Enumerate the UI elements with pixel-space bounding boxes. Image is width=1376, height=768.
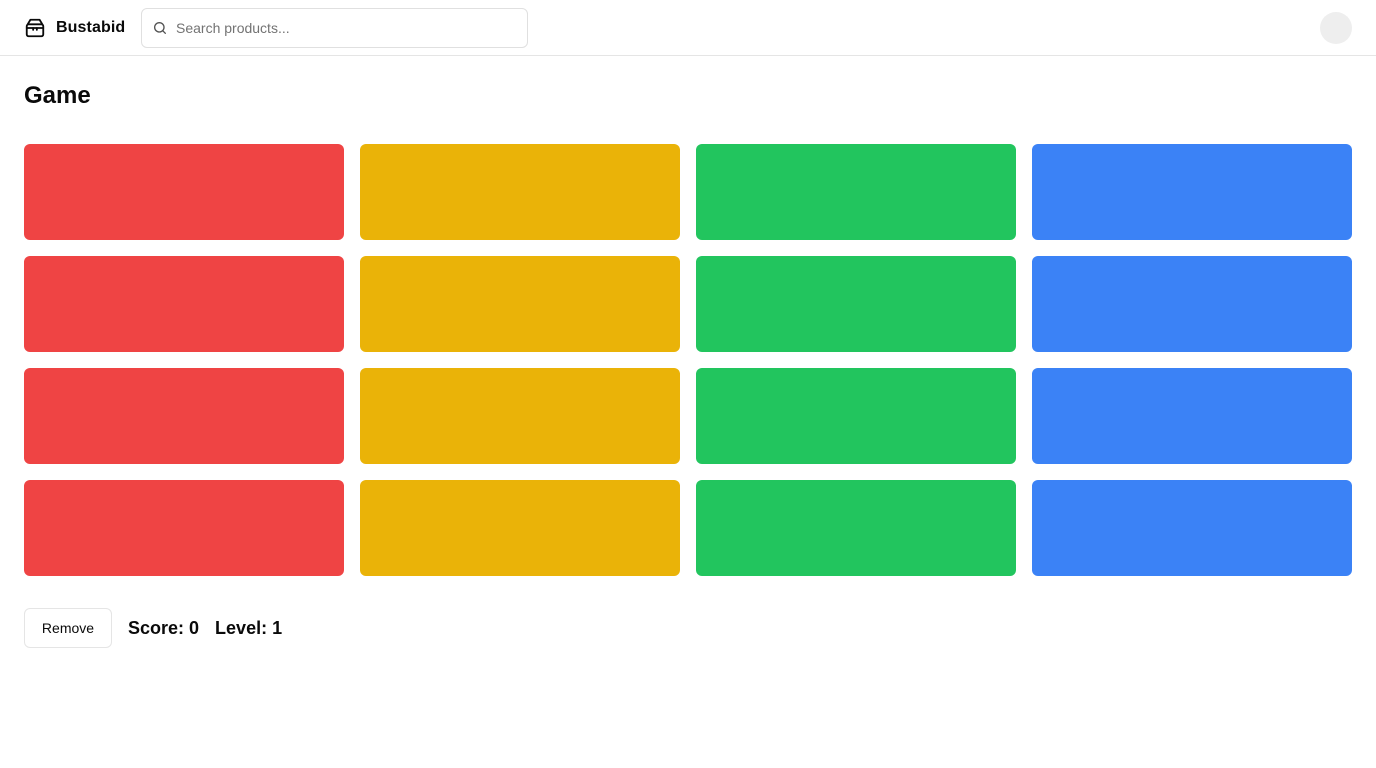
- game-tile[interactable]: [24, 256, 344, 352]
- brand-name: Bustabid: [56, 19, 126, 36]
- game-tile[interactable]: [24, 144, 344, 240]
- game-tile[interactable]: [1032, 368, 1352, 464]
- game-tile[interactable]: [696, 144, 1016, 240]
- search-input[interactable]: [176, 20, 516, 36]
- game-tile[interactable]: [1032, 256, 1352, 352]
- brand[interactable]: Bustabid: [24, 14, 125, 42]
- game-tile[interactable]: [24, 368, 344, 464]
- game-controls: Remove Score: 0 Level: 1: [24, 608, 282, 648]
- game-tile[interactable]: [360, 368, 680, 464]
- remove-button[interactable]: Remove: [24, 608, 112, 648]
- game-tile[interactable]: [696, 256, 1016, 352]
- game-tile[interactable]: [1032, 480, 1352, 576]
- game-tile[interactable]: [24, 480, 344, 576]
- game-tile[interactable]: [696, 368, 1016, 464]
- game-tile[interactable]: [360, 480, 680, 576]
- page-title: Game: [24, 82, 91, 109]
- game-tile[interactable]: [360, 256, 680, 352]
- game-tile[interactable]: [360, 144, 680, 240]
- score-display: Score: 0: [128, 618, 200, 638]
- search-icon: [154, 22, 166, 34]
- user-avatar[interactable]: [1320, 12, 1352, 44]
- top-navbar: Bustabid: [0, 0, 1376, 56]
- package-icon: [25, 18, 45, 38]
- game-tile[interactable]: [1032, 144, 1352, 240]
- game-board: [24, 144, 1352, 576]
- game-tile[interactable]: [696, 480, 1016, 576]
- search-box[interactable]: [141, 8, 528, 48]
- level-display: Level: 1: [215, 618, 283, 638]
